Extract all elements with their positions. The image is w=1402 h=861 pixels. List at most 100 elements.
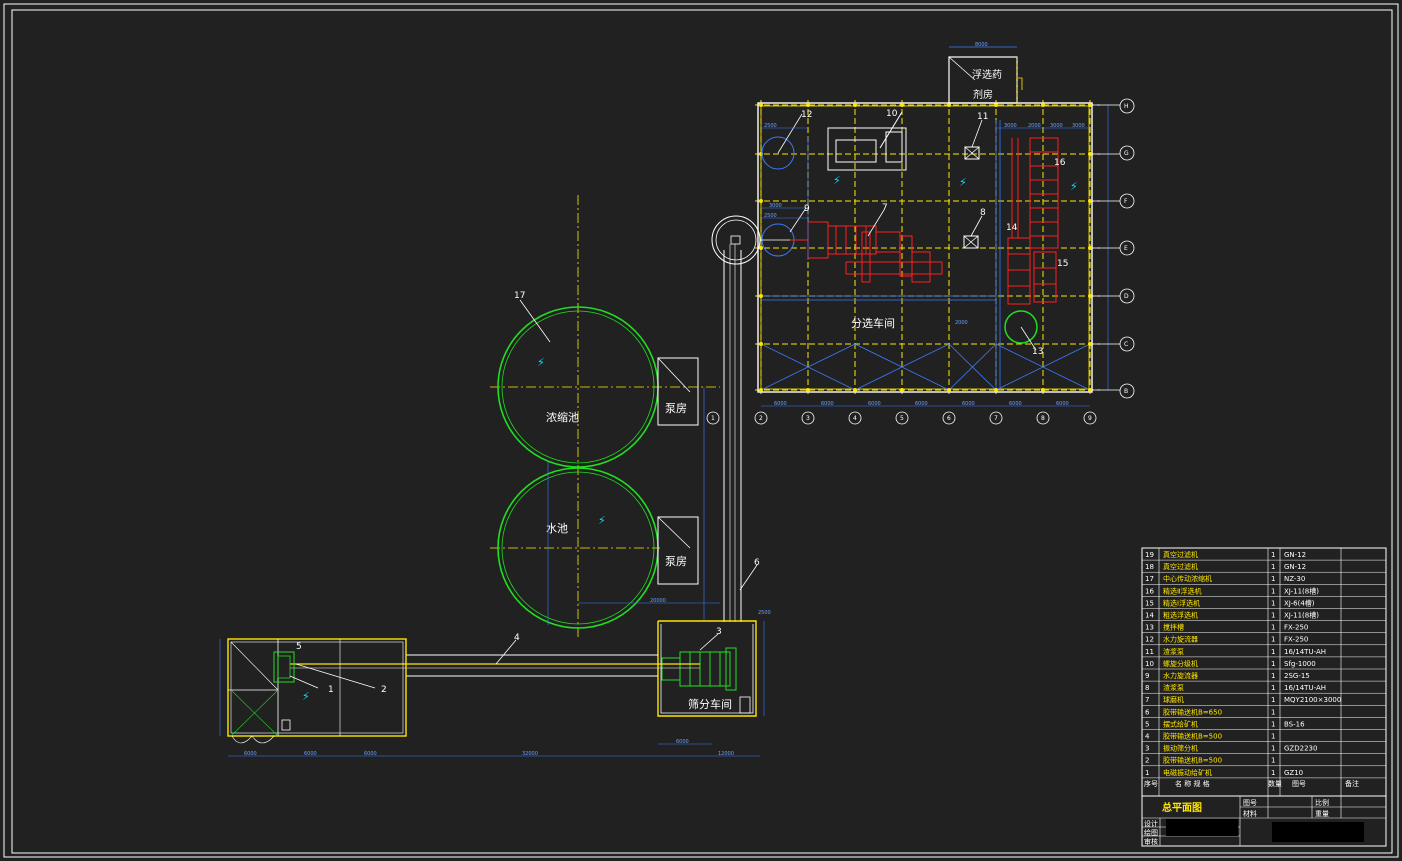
pump-house [657, 516, 699, 585]
conveyor-4 [290, 639, 700, 677]
callout-label: 3 [716, 627, 722, 637]
callout-label: 7 [882, 203, 888, 213]
axis-bubble-label: 1 [711, 415, 715, 422]
dim-label: 6000 [304, 751, 317, 757]
callout-label: 1 [328, 685, 334, 695]
table-cell-model: GZ10 [1284, 769, 1303, 777]
table-header-name: 名 称 规 格 [1175, 779, 1210, 788]
table-cell-name: 渣浆泵 [1163, 683, 1184, 692]
title-block-check: 审核 [1144, 837, 1158, 846]
table-cell-qty: 1 [1271, 612, 1275, 620]
thickener: 浓缩池 ⚡ [490, 195, 720, 640]
outer-border [3, 3, 1399, 858]
north-arrow-icon: ⚡ [1070, 180, 1078, 193]
dim-label: 2500 [758, 610, 771, 616]
redaction-block [1166, 819, 1238, 836]
table-cell-model: 16/14TU-AH [1284, 684, 1326, 692]
table-cell-model: 2SG-15 [1284, 672, 1310, 680]
table-cell-name: 精选Ⅱ浮选机 [1163, 586, 1201, 595]
flotation-cells [1007, 137, 1059, 305]
title-block-drawing-no: 图号 [1243, 799, 1257, 807]
axis-bubble-label: 9 [1088, 415, 1092, 422]
callout-label: 13 [1032, 347, 1043, 357]
table-cell-no: 3 [1145, 745, 1149, 753]
table-cell-name: 搅拌槽 [1163, 623, 1184, 632]
callout-label: 12 [801, 110, 812, 120]
thickener-label: 浓缩池 [546, 411, 579, 424]
vibrating-screen [661, 647, 737, 691]
table-cell-name: 振动筛分机 [1163, 744, 1198, 753]
table-cell-qty: 1 [1271, 684, 1275, 692]
table-cell-name: 真空过滤机 [1163, 550, 1198, 559]
table-cell-qty: 1 [1271, 636, 1275, 644]
table-cell-qty: 1 [1271, 624, 1275, 632]
cad-site-plan: 浮选药 剂房 8000 分选车间 ⚡ ⚡ ⚡ 2500 3000 2000 30… [3, 3, 1399, 858]
table-cell-model: FX-250 [1284, 636, 1308, 644]
table-cell-model: BS-16 [1284, 720, 1305, 728]
table-cell-qty: 1 [1271, 575, 1275, 583]
dim-label: 2500 [764, 213, 777, 219]
table-cell-no: 17 [1145, 575, 1154, 583]
axis-bubble-label: 2 [759, 415, 763, 422]
title-block-material: 材料 [1243, 809, 1257, 818]
north-arrow-icon: ⚡ [537, 356, 545, 369]
table-cell-qty: 1 [1271, 587, 1275, 595]
callout-label: 2 [381, 685, 387, 695]
title-block-design: 设计 [1144, 819, 1158, 828]
table-cell-no: 19 [1145, 551, 1154, 559]
table-cell-qty: 1 [1271, 720, 1275, 728]
table-cell-name: 螺旋分级机 [1163, 659, 1198, 668]
table-cell-name: 水力旋流器 [1163, 635, 1198, 644]
axis-bubble-label: G [1124, 150, 1129, 157]
callout-label: 10 [886, 109, 898, 119]
table-cell-qty: 1 [1271, 551, 1275, 559]
dim-label: 6000 [962, 401, 975, 407]
axis-bubble-label: H [1124, 103, 1129, 110]
callout-label: 8 [980, 208, 986, 218]
axis-bubble-label: 8 [1041, 415, 1045, 422]
north-arrow-icon: ⚡ [598, 514, 606, 527]
axis-bubble-label: B [1124, 388, 1128, 395]
dim-label: 20000 [650, 598, 666, 604]
table-cell-qty: 1 [1271, 563, 1275, 571]
callout-label: 9 [804, 204, 810, 214]
table-cell-no: 6 [1145, 708, 1150, 716]
callout-label: 14 [1006, 223, 1018, 233]
table-cell-qty: 1 [1271, 672, 1275, 680]
dim-label: 3000 [1050, 123, 1063, 129]
table-cell-qty: 1 [1271, 757, 1275, 765]
redaction-block [1272, 822, 1364, 842]
table-cell-no: 11 [1145, 648, 1154, 656]
axis-bubble-label: 5 [900, 415, 904, 422]
table-header-remark: 备注 [1345, 779, 1359, 788]
dim-label: 8000 [975, 42, 988, 48]
table-cell-name: 摆式给矿机 [1163, 719, 1198, 728]
dim-label: 6000 [1056, 401, 1069, 407]
table-cell-no: 12 [1145, 636, 1154, 644]
table-cell-no: 18 [1145, 563, 1154, 571]
dim-label: 2500 [764, 123, 777, 129]
flotation-hall-label: 分选车间 [851, 316, 895, 330]
table-cell-qty: 1 [1271, 696, 1275, 704]
table-cell-name: 胶带输送机B=650 [1163, 707, 1222, 716]
table-cell-name: 电磁振动给矿机 [1163, 768, 1212, 777]
table-cell-model: GZD2230 [1284, 745, 1317, 753]
title-block-draw: 绘图 [1144, 828, 1158, 837]
dim-label: 3000 [1072, 123, 1085, 129]
water-pool-label: 水池 [546, 522, 568, 535]
table-cell-name: 球磨机 [1163, 695, 1184, 704]
callout-label: 15 [1057, 259, 1068, 269]
table-cell-name: 粗选浮选机 [1163, 611, 1198, 620]
reagent-room-label-2: 剂房 [973, 88, 993, 101]
screening-hall-label: 筛分车间 [688, 697, 732, 711]
axis-bubble-label: 3 [806, 415, 810, 422]
table-cell-model: 16/14TU-AH [1284, 648, 1326, 656]
callout-label: 16 [1054, 158, 1066, 168]
reagent-room-label-1: 浮选药 [972, 68, 1002, 81]
table-cell-no: 5 [1145, 720, 1149, 728]
table-cell-model: XJ-11(8槽) [1284, 586, 1319, 595]
table-cell-name: 渣浆泵 [1163, 647, 1184, 656]
table-header-qty: 数量 [1268, 779, 1282, 788]
table-cell-name: 真空过滤机 [1163, 562, 1198, 571]
pump-house-label: 泵房 [665, 402, 687, 415]
